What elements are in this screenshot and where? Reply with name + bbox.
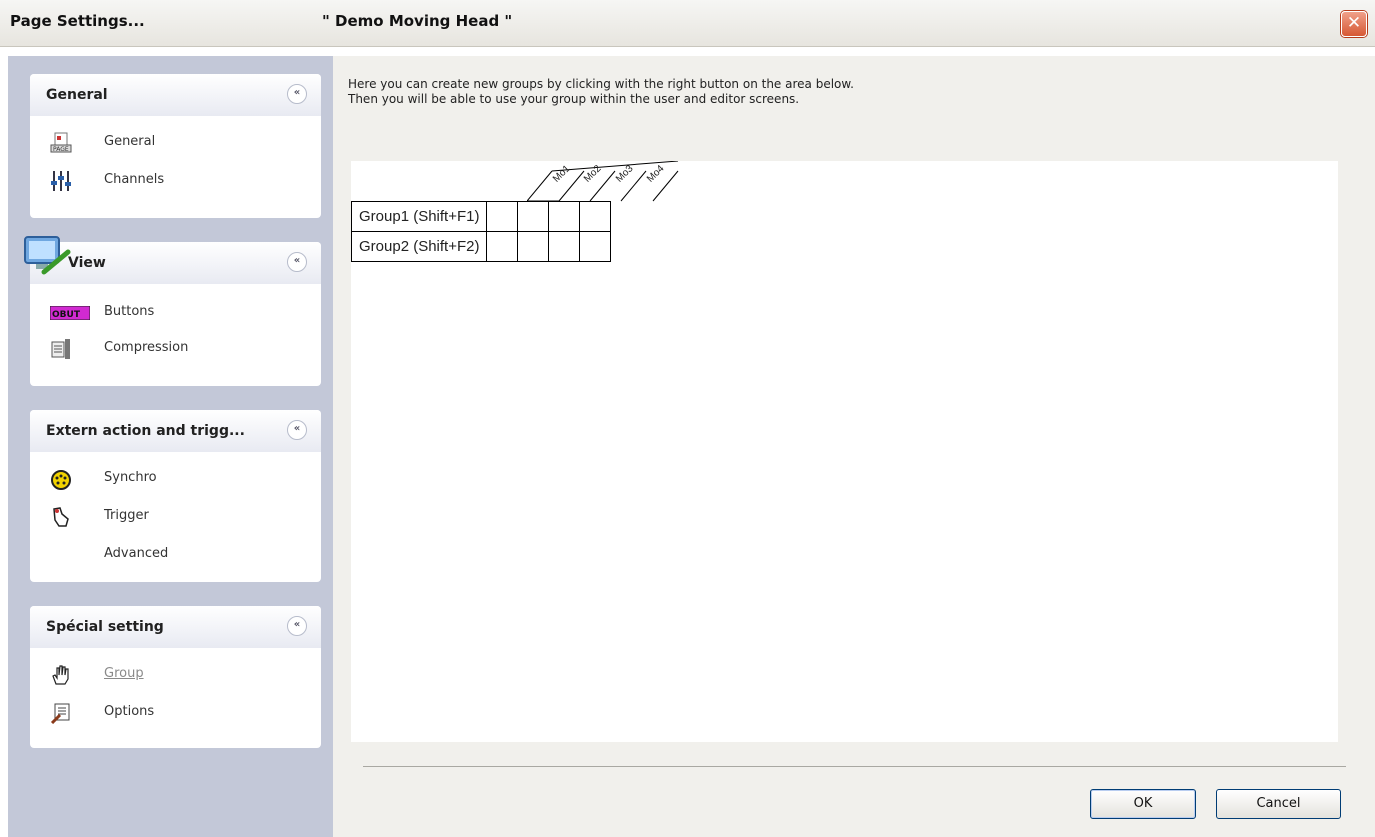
collapse-icon[interactable]: « [287, 84, 307, 104]
sidebar-item-trigger[interactable]: Trigger [50, 506, 310, 530]
group-cell[interactable] [548, 231, 581, 262]
sidebar-item-label: Group [104, 666, 144, 681]
window-title: Page Settings... [10, 12, 145, 30]
group-cell[interactable] [579, 201, 612, 232]
panel-extern-action: Extern action and trigg... « Synchro Tri… [30, 410, 321, 582]
column-header: Mo1 [551, 163, 573, 185]
sidebar-item-label: Advanced [104, 546, 169, 561]
sidebar-item-buttons[interactable]: OBUT Buttons [50, 302, 310, 326]
document-name: " Demo Moving Head " [322, 12, 513, 30]
panel-general-header[interactable]: General « [30, 74, 321, 116]
page-icon: PAGE [50, 132, 72, 153]
sidebar-item-label: Channels [104, 172, 165, 187]
group-cell[interactable] [579, 231, 612, 262]
panel-title: Spécial setting [46, 619, 164, 635]
group-cell[interactable] [486, 201, 519, 232]
column-header: Mo2 [582, 163, 604, 185]
cancel-button[interactable]: Cancel [1216, 789, 1341, 819]
group-cell[interactable] [517, 201, 550, 232]
panel-title: General [46, 87, 108, 103]
column-header: Mo4 [645, 163, 667, 185]
panel-general: General « PAGE General Channels [30, 74, 321, 218]
table-row[interactable]: Group2 (Shift+F2) [350, 231, 612, 262]
sidebar-item-general[interactable]: PAGE General [50, 132, 310, 156]
panel-title: View [68, 255, 106, 271]
group-label[interactable]: Group1 (Shift+F1) [350, 201, 488, 232]
group-table: Group1 (Shift+F1) Group2 (Shift+F2) [350, 201, 612, 262]
close-button[interactable]: ✕ [1341, 11, 1367, 37]
panel-view-header[interactable]: View « [24, 236, 321, 284]
group-cell[interactable] [548, 201, 581, 232]
instructions-text: Here you can create new groups by clicki… [348, 77, 854, 107]
svg-text:PAGE: PAGE [53, 146, 69, 153]
panel-title: Extern action and trigg... [46, 423, 245, 439]
ok-button[interactable]: OK [1090, 789, 1196, 819]
options-icon [50, 703, 70, 724]
group-label[interactable]: Group2 (Shift+F2) [350, 231, 488, 262]
sidebar-item-label: General [104, 134, 156, 149]
compression-icon [51, 339, 70, 359]
sidebar-item-label: Options [104, 704, 155, 719]
sidebar-item-advanced[interactable]: Advanced [50, 544, 310, 568]
table-row[interactable]: Group1 (Shift+F1) [350, 201, 612, 232]
group-canvas[interactable]: Mo1 Mo2 Mo3 Mo4 Group1 (Shift+F1) Group2… [350, 161, 1338, 742]
sidebar-item-synchro[interactable]: Synchro [50, 468, 310, 492]
group-cell[interactable] [517, 231, 550, 262]
midi-connector-icon [51, 470, 71, 490]
panel-special-setting: Spécial setting « Group Options [30, 606, 321, 748]
sidebar-item-label: Compression [104, 340, 189, 355]
sidebar-item-compression[interactable]: Compression [50, 338, 310, 362]
sidebar: General « PAGE General Channels View « O… [8, 56, 333, 837]
group-cell[interactable] [486, 231, 519, 262]
instruction-line: Then you will be able to use your group … [348, 92, 800, 106]
sidebar-item-label: Buttons [104, 304, 155, 319]
title-bar: Page Settings... " Demo Moving Head " ✕ [0, 0, 1375, 47]
main-content: Here you can create new groups by clicki… [333, 56, 1375, 837]
column-header: Mo3 [614, 163, 636, 185]
collapse-icon[interactable]: « [287, 616, 307, 636]
panel-extern-action-header[interactable]: Extern action and trigg... « [30, 410, 321, 452]
hand-icon [52, 665, 69, 685]
collapse-icon[interactable]: « [287, 420, 307, 440]
monitor-pencil-icon [24, 236, 71, 275]
sidebar-item-group[interactable]: Group [50, 664, 310, 688]
sidebar-item-label: Trigger [104, 508, 149, 523]
close-icon: ✕ [1346, 13, 1362, 33]
button-icon: OBUT [50, 306, 90, 320]
trigger-hand-icon [53, 507, 69, 527]
panel-special-setting-header[interactable]: Spécial setting « [30, 606, 321, 648]
instruction-line: Here you can create new groups by clicki… [348, 77, 854, 91]
panel-view: View « OBUT Buttons Compression [24, 236, 321, 386]
sliders-icon [51, 171, 71, 191]
divider [363, 766, 1346, 767]
sidebar-item-label: Synchro [104, 470, 157, 485]
sidebar-item-channels[interactable]: Channels [50, 170, 310, 194]
collapse-icon[interactable]: « [287, 252, 307, 272]
button-icon-text: OBUT [52, 310, 81, 320]
sidebar-item-options[interactable]: Options [50, 702, 310, 726]
